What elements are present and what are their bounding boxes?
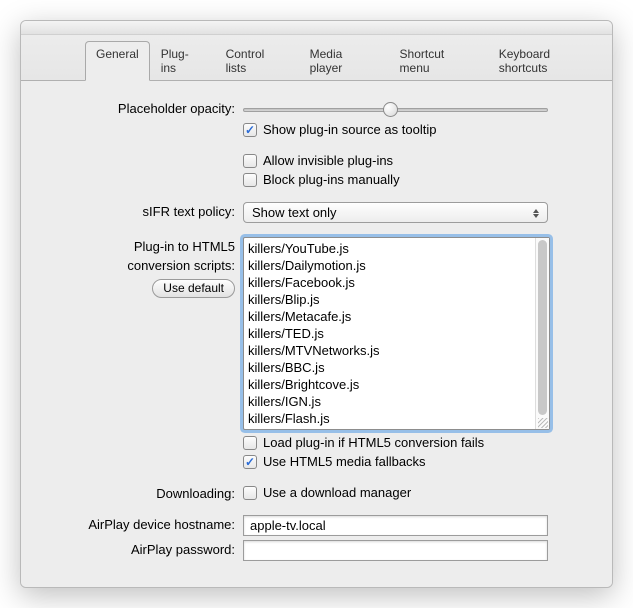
- tab-media-player[interactable]: Media player: [299, 41, 389, 81]
- textarea-content[interactable]: killers/YouTube.js killers/Dailymotion.j…: [244, 238, 535, 429]
- checkbox-label: Use a download manager: [263, 485, 411, 500]
- placeholder-opacity-slider[interactable]: [243, 101, 548, 117]
- tab-control-lists[interactable]: Control lists: [215, 41, 299, 81]
- use-fallbacks-checkbox[interactable]: Use HTML5 media fallbacks: [243, 453, 426, 470]
- conversion-scripts-label-2: conversion scripts:: [43, 258, 235, 273]
- allow-invisible-checkbox[interactable]: Allow invisible plug-ins: [243, 152, 393, 169]
- show-source-tooltip-checkbox[interactable]: Show plug-in source as tooltip: [243, 121, 436, 138]
- checkbox-icon: [243, 173, 257, 187]
- checkbox-label: Load plug-in if HTML5 conversion fails: [263, 435, 484, 450]
- checkbox-label: Show plug-in source as tooltip: [263, 122, 436, 137]
- conversion-scripts-label-1: Plug-in to HTML5: [43, 239, 235, 254]
- slider-thumb[interactable]: [383, 102, 398, 117]
- airplay-password-label: AirPlay password:: [43, 540, 243, 557]
- tab-keyboard-shortcuts[interactable]: Keyboard shortcuts: [488, 41, 612, 81]
- chevron-updown-icon: [529, 205, 543, 221]
- resize-handle-icon[interactable]: [538, 418, 548, 428]
- tab-plugins[interactable]: Plug-ins: [150, 41, 215, 81]
- tab-shortcut-menu[interactable]: Shortcut menu: [389, 41, 488, 81]
- checkbox-label: Allow invisible plug-ins: [263, 153, 393, 168]
- checkbox-icon: [243, 455, 257, 469]
- sifr-policy-select[interactable]: Show text only: [243, 202, 548, 223]
- conversion-scripts-textarea[interactable]: killers/YouTube.js killers/Dailymotion.j…: [243, 237, 550, 430]
- select-value: Show text only: [252, 205, 337, 220]
- airplay-hostname-label: AirPlay device hostname:: [43, 515, 243, 532]
- scrollbar[interactable]: [535, 238, 549, 429]
- sifr-policy-label: sIFR text policy:: [43, 202, 243, 219]
- preferences-window: General Plug-ins Control lists Media pla…: [20, 20, 613, 588]
- checkbox-icon: [243, 154, 257, 168]
- load-if-fails-checkbox[interactable]: Load plug-in if HTML5 conversion fails: [243, 434, 484, 451]
- content-pane: Placeholder opacity: Show plug-in source…: [21, 81, 612, 587]
- use-download-manager-checkbox[interactable]: Use a download manager: [243, 484, 411, 501]
- airplay-hostname-input[interactable]: apple-tv.local: [243, 515, 548, 536]
- checkbox-icon: [243, 486, 257, 500]
- checkbox-label: Use HTML5 media fallbacks: [263, 454, 426, 469]
- placeholder-opacity-label: Placeholder opacity:: [43, 99, 243, 116]
- tab-general[interactable]: General: [85, 41, 150, 81]
- downloading-label: Downloading:: [43, 484, 243, 501]
- airplay-password-input[interactable]: [243, 540, 548, 561]
- checkbox-icon: [243, 123, 257, 137]
- use-default-button[interactable]: Use default: [152, 279, 235, 298]
- input-value: apple-tv.local: [250, 518, 326, 533]
- titlebar: [21, 21, 612, 35]
- tab-bar: General Plug-ins Control lists Media pla…: [21, 35, 612, 81]
- block-manually-checkbox[interactable]: Block plug-ins manually: [243, 171, 400, 188]
- scrollbar-thumb[interactable]: [538, 240, 547, 415]
- checkbox-icon: [243, 436, 257, 450]
- checkbox-label: Block plug-ins manually: [263, 172, 400, 187]
